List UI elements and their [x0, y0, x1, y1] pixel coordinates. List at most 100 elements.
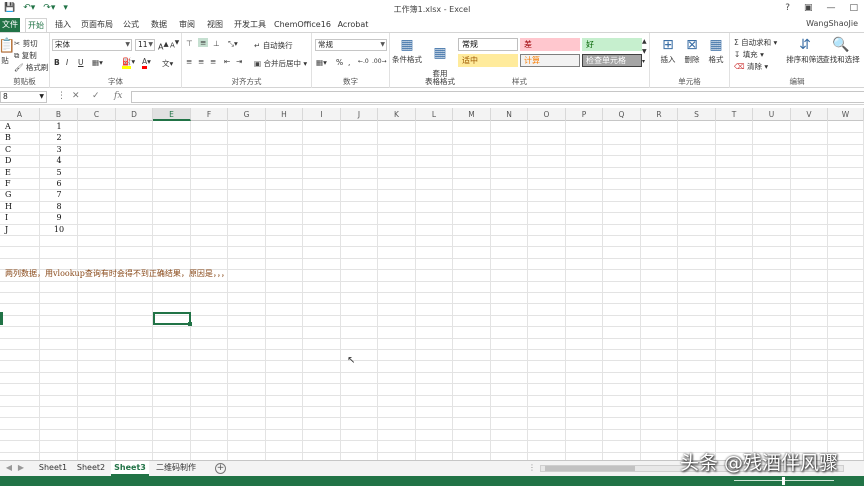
column-header-a[interactable]: A [0, 108, 40, 121]
note-cell[interactable]: 两列数据，用vlookup查询有时会得不到正确结果，原因是，，， [5, 268, 229, 279]
sheet-tab-2[interactable]: Sheet3 [111, 461, 149, 476]
cell-a[interactable]: G [5, 189, 35, 200]
cell-b[interactable]: 1 [40, 121, 78, 132]
font-color-button[interactable]: A▾ [142, 57, 151, 69]
underline-button[interactable]: U [78, 58, 84, 67]
formula-input[interactable] [131, 91, 864, 103]
next-sheet-icon[interactable]: ▶ [16, 461, 26, 476]
border-button[interactable]: ▦▾ [92, 58, 103, 67]
cell-style-2[interactable]: 好 [582, 38, 642, 51]
worksheet-grid[interactable]: ABCDEFGHIJKLMNOPQRSTUVW A1B2C3D4E5F6G7H8… [0, 108, 864, 460]
cell-style-1[interactable]: 差 [520, 38, 580, 51]
cell-a[interactable]: F [5, 178, 35, 189]
column-header-e[interactable]: E [153, 108, 191, 121]
insert-function-icon[interactable]: fx [114, 91, 122, 101]
ribbon-display-icon[interactable]: ▣ [804, 3, 813, 13]
tab-5[interactable]: 数据 [148, 18, 170, 32]
conditional-format-button[interactable]: ▦ 条件格式 [390, 36, 424, 65]
tab-4[interactable]: 公式 [120, 18, 142, 32]
column-header-u[interactable]: U [753, 108, 791, 121]
styles-scroll[interactable]: ▲ ▼ ▾ [642, 37, 647, 67]
help-icon[interactable]: ? [785, 3, 790, 13]
format-painter-button[interactable]: 🖌 格式刷 [14, 62, 48, 73]
minimize-icon[interactable]: — [826, 3, 835, 13]
zoom-slider[interactable] [734, 477, 834, 485]
autosum-button[interactable]: Σ 自动求和 ▾ [734, 37, 777, 48]
find-select-button[interactable]: 🔍 查找和选择 [822, 36, 860, 65]
align-right-button[interactable]: ≡ [210, 57, 216, 66]
italic-button[interactable]: I [66, 58, 68, 67]
sheet-tab-3[interactable]: 二维码制作 [151, 461, 201, 476]
merge-center-button[interactable]: ▣ 合并后居中 ▾ [254, 58, 307, 69]
tab-10[interactable]: Acrobat [335, 18, 371, 32]
column-header-d[interactable]: D [116, 108, 153, 121]
column-header-l[interactable]: L [416, 108, 453, 121]
active-cell[interactable] [153, 312, 192, 326]
percent-button[interactable]: % [336, 58, 343, 67]
cell-a[interactable]: A [5, 121, 35, 132]
copy-button[interactable]: ⧉ 复制 [14, 50, 37, 61]
tab-6[interactable]: 审阅 [176, 18, 198, 32]
enter-icon[interactable]: ✓ [92, 91, 100, 101]
tab-1[interactable]: 开始 [25, 18, 47, 32]
fill-color-button[interactable]: ⛽▾ [122, 57, 135, 69]
zoom-knob[interactable] [782, 477, 785, 485]
cell-b[interactable]: 5 [40, 167, 78, 178]
cell-a[interactable]: B [5, 132, 35, 143]
format-cells-button[interactable]: ▦ 格式 [704, 36, 728, 65]
cell-b[interactable]: 6 [40, 178, 78, 189]
tab-splitter[interactable]: ⋮ [528, 461, 536, 476]
cell-style-0[interactable]: 常规 [458, 38, 518, 51]
column-header-c[interactable]: C [78, 108, 116, 121]
sheet-tab-0[interactable]: Sheet1 [35, 461, 71, 476]
cell-style-3[interactable]: 适中 [458, 54, 518, 67]
column-header-k[interactable]: K [378, 108, 416, 121]
column-header-q[interactable]: Q [603, 108, 641, 121]
column-header-w[interactable]: W [828, 108, 864, 121]
cell-a[interactable]: J [5, 224, 35, 235]
tab-2[interactable]: 插入 [52, 18, 74, 32]
cell-a[interactable]: C [5, 144, 35, 155]
maximize-icon[interactable]: □ [849, 3, 858, 13]
cell-b[interactable]: 8 [40, 201, 78, 212]
column-header-m[interactable]: M [453, 108, 491, 121]
currency-button[interactable]: ▦▾ [316, 58, 327, 67]
column-header-v[interactable]: V [791, 108, 828, 121]
cell-b[interactable]: 10 [40, 224, 78, 235]
font-size-select[interactable]: 11 ▼ [135, 39, 155, 51]
delete-cells-button[interactable]: ⊠ 删除 [680, 36, 704, 65]
name-box[interactable]: 8 ▼ [0, 91, 47, 103]
align-top-button[interactable]: ⊤ [186, 39, 193, 48]
tab-9[interactable]: ChemOffice16 [274, 18, 331, 32]
phonetic-button[interactable]: 文▾ [162, 58, 173, 69]
align-center-button[interactable]: ≡ [198, 57, 204, 66]
cell-b[interactable]: 4 [40, 155, 78, 166]
cell-a[interactable]: E [5, 167, 35, 178]
increase-indent-button[interactable]: ⇥ [236, 57, 242, 66]
align-bottom-button[interactable]: ⊥ [213, 39, 220, 48]
cell-a[interactable]: H [5, 201, 35, 212]
bold-button[interactable]: B [54, 58, 60, 67]
column-header-i[interactable]: I [303, 108, 341, 121]
column-header-s[interactable]: S [678, 108, 716, 121]
cut-button[interactable]: ✂ 剪切 [14, 38, 38, 49]
add-sheet-icon[interactable]: + [215, 463, 226, 474]
decrease-decimal-button[interactable]: .00→ [372, 58, 387, 65]
prev-sheet-icon[interactable]: ◀ [4, 461, 14, 476]
tab-7[interactable]: 视图 [204, 18, 226, 32]
column-header-b[interactable]: B [40, 108, 78, 121]
column-header-o[interactable]: O [528, 108, 566, 121]
column-header-j[interactable]: J [341, 108, 378, 121]
column-header-t[interactable]: T [716, 108, 753, 121]
shrink-font-button[interactable]: A▼ [170, 40, 179, 49]
sort-filter-button[interactable]: ⇵ 排序和筛选 [786, 36, 824, 65]
cell-b[interactable]: 9 [40, 212, 78, 223]
column-header-f[interactable]: F [191, 108, 228, 121]
align-left-button[interactable]: ≡ [186, 57, 192, 66]
sheet-tab-1[interactable]: Sheet2 [73, 461, 109, 476]
increase-decimal-button[interactable]: ←.0 [358, 58, 369, 65]
paste-button[interactable]: 📋 贴 [0, 37, 15, 66]
cell-b[interactable]: 3 [40, 144, 78, 155]
cell-b[interactable]: 7 [40, 189, 78, 200]
font-family-select[interactable]: 宋体 ▼ [52, 39, 132, 51]
